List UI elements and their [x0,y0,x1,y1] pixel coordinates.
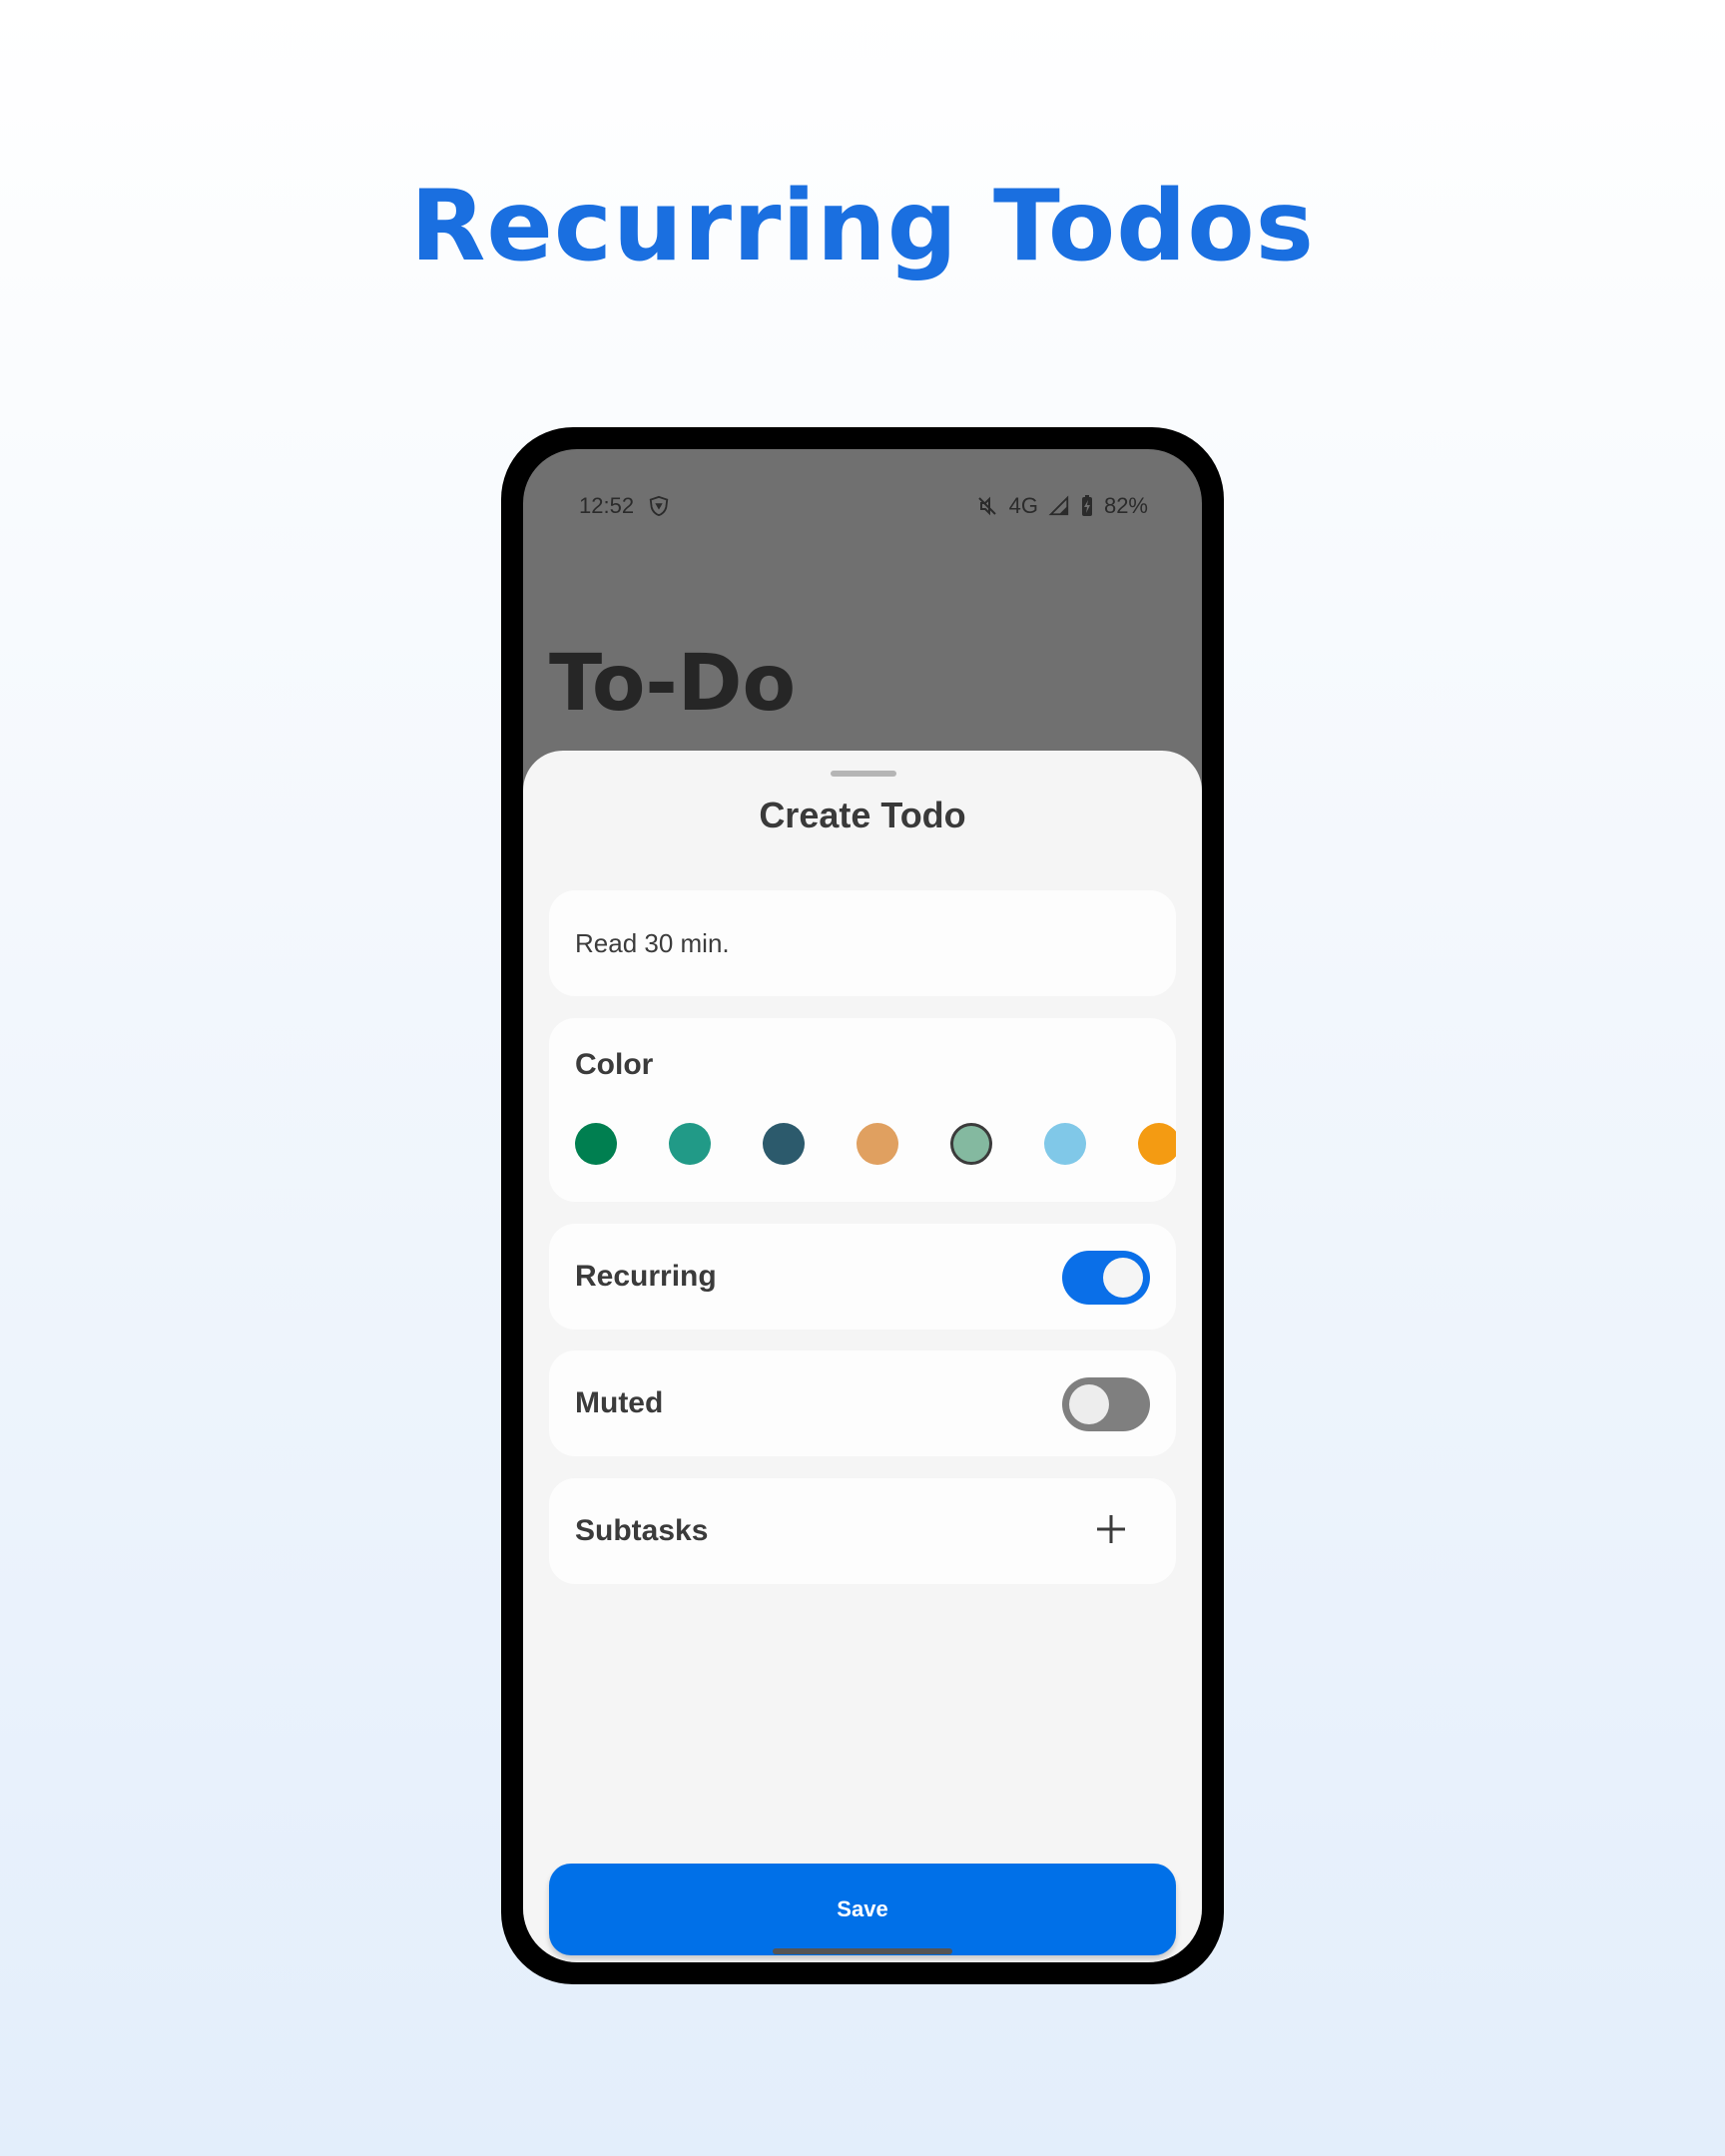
app-title: To-Do [549,639,797,729]
color-card: Color [549,1018,1176,1202]
sheet-drag-handle[interactable] [831,771,896,777]
battery-icon [1080,494,1094,518]
save-button[interactable]: Save [549,1864,1176,1955]
recurring-row: Recurring [549,1224,1176,1330]
todo-text-value: Read 30 min. [575,928,730,958]
toggle-knob [1103,1258,1143,1298]
battery-level: 82% [1103,493,1148,518]
add-subtask-plus-icon[interactable] [1094,1512,1128,1546]
network-type: 4G [1008,493,1038,518]
recurring-toggle[interactable] [1062,1251,1150,1305]
create-todo-sheet: Create Todo Read 30 min. Color Recurring… [523,751,1202,1962]
recurring-label: Recurring [575,1260,717,1293]
phone-screen: 12:52 4G 82% To-Do Create Todo Read 30 m… [523,449,1202,1962]
color-label: Color [575,1048,654,1081]
color-swatch[interactable] [1044,1123,1086,1165]
color-swatch[interactable] [575,1123,617,1165]
color-swatch[interactable] [669,1123,711,1165]
muted-label: Muted [575,1386,664,1419]
color-swatch[interactable] [1138,1123,1176,1165]
color-swatch[interactable] [763,1123,805,1165]
phone-frame: 12:52 4G 82% To-Do Create Todo Read 30 m… [501,427,1224,1984]
home-indicator[interactable] [773,1948,952,1954]
color-swatch[interactable] [857,1123,898,1165]
toggle-knob [1069,1384,1109,1424]
muted-row: Muted [549,1350,1176,1456]
subtasks-label: Subtasks [575,1514,709,1547]
muted-toggle[interactable] [1062,1377,1150,1431]
headline: Recurring Todos [409,170,1316,283]
color-swatch[interactable] [950,1123,992,1165]
sheet-title: Create Todo [759,795,966,835]
todo-text-field[interactable]: Read 30 min. [549,890,1176,996]
mute-icon [975,494,999,518]
shield-icon [648,495,670,517]
signal-icon [1048,495,1070,517]
subtasks-row: Subtasks [549,1478,1176,1584]
status-time: 12:52 [579,493,635,518]
status-bar: 12:52 4G 82% [523,493,1202,523]
